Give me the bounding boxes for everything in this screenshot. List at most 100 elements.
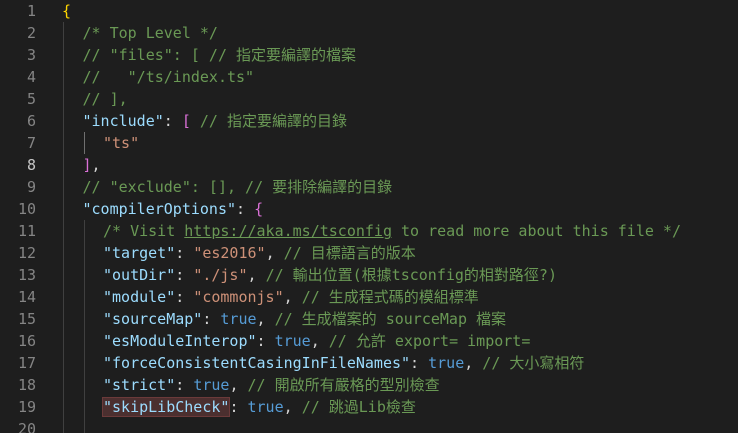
line-content: "sourceMap": true, // 生成檔案的 sourceMap 檔案 <box>103 308 506 330</box>
code-line[interactable]: 17 "forceConsistentCasingInFileNames": t… <box>0 352 738 374</box>
code-token: : <box>175 244 194 262</box>
code-token: : <box>410 354 429 372</box>
line-number: 18 <box>17 376 36 394</box>
code-line[interactable]: 10 "compilerOptions": { <box>0 198 738 220</box>
code-line[interactable]: 6 "include": [ // 指定要編譯的目錄 <box>0 110 738 132</box>
code-line[interactable]: 16 "esModuleInterop": true, // 允許 export… <box>0 330 738 352</box>
code-editor[interactable]: 1 { 2 /* Top Level */ 3 // "files": [ //… <box>0 0 738 433</box>
indent-guide <box>83 352 85 374</box>
line-number: 20 <box>17 420 36 433</box>
indent-guide <box>63 88 64 110</box>
code-token: // 開啟所有嚴格的型別檢查 <box>247 376 440 394</box>
code-line[interactable]: 5 // ], <box>0 88 738 110</box>
code-line[interactable]: 2 /* Top Level */ <box>0 22 738 44</box>
code-token: /* Top Level */ <box>82 24 218 42</box>
code-line[interactable]: 4 // "/ts/index.ts" <box>0 66 738 88</box>
code-line[interactable]: 20 <box>0 418 738 433</box>
line-content: "include": [ // 指定要編譯的目錄 <box>83 110 348 132</box>
line-content: "module": "commonjs", // 生成程式碼的模組標準 <box>103 286 479 308</box>
line-number: 12 <box>17 244 36 262</box>
code-line[interactable]: 14 "module": "commonjs", // 生成程式碼的模組標準 <box>0 286 738 308</box>
code-token: // ], <box>82 90 128 108</box>
line-content: // ], <box>83 88 128 110</box>
indent-guide <box>83 330 85 352</box>
code-token: : <box>175 266 194 284</box>
line-number: 14 <box>17 288 36 306</box>
code-token: { <box>62 2 72 20</box>
code-line[interactable]: 7 "ts" <box>0 132 738 154</box>
code-token: "es2016" <box>193 244 266 262</box>
indent-guide <box>83 374 85 396</box>
indent-guide <box>83 220 85 242</box>
line-number: 4 <box>26 68 36 86</box>
line-content: /* Visit https://aka.ms/tsconfig to read… <box>103 220 681 242</box>
indent-guide <box>63 198 64 220</box>
indent-guide <box>63 66 64 88</box>
code-token: // "exclude": [], // 要排除編譯的目錄 <box>82 178 393 196</box>
code-token: true <box>193 376 230 394</box>
code-line[interactable]: 9 // "exclude": [], // 要排除編譯的目錄 <box>0 176 738 198</box>
line-content: "skipLibCheck": true, // 跳過Lib檢查 <box>101 396 416 418</box>
code-token: { <box>254 200 264 218</box>
code-token: "target" <box>103 244 176 262</box>
code-token: to read more about this file */ <box>392 222 681 240</box>
code-line[interactable]: 11 /* Visit https://aka.ms/tsconfig to r… <box>0 220 738 242</box>
code-token: "compilerOptions" <box>82 200 237 218</box>
line-number: 6 <box>26 112 36 130</box>
line-content: // "/ts/index.ts" <box>83 66 255 88</box>
line-number-active: 8 <box>26 156 36 174</box>
code-line[interactable]: 19 "skipLibCheck": true, // 跳過Lib檢查 <box>0 396 738 418</box>
code-token: "forceConsistentCasingInFileNames" <box>103 354 411 372</box>
code-token: // 輸出位置(根據tsconfig的相對路徑?) <box>265 266 557 284</box>
code-token: // 指定要編譯的目錄 <box>199 112 347 130</box>
code-token: [ <box>181 112 191 130</box>
line-number: 10 <box>17 200 36 218</box>
line-number: 11 <box>17 222 36 240</box>
code-token: : <box>175 288 194 306</box>
code-token: "skipLibCheck" <box>101 397 231 417</box>
code-token: true <box>274 332 311 350</box>
line-number: 2 <box>26 24 36 42</box>
code-token: https://aka.ms/tsconfig <box>184 222 392 240</box>
code-line[interactable]: 13 "outDir": "./js", // 輸出位置(根據tsconfig的… <box>0 264 738 286</box>
code-token: : <box>256 332 275 350</box>
line-number: 9 <box>26 178 36 196</box>
code-token: // 允許 export= import= <box>328 332 531 350</box>
line-number: 19 <box>17 398 36 416</box>
indent-guide <box>83 286 85 308</box>
indent-guide <box>83 396 85 418</box>
indent-guide <box>83 308 85 330</box>
code-line[interactable]: 15 "sourceMap": true, // 生成檔案的 sourceMap… <box>0 308 738 330</box>
code-line[interactable]: 3 // "files": [ // 指定要編譯的檔案 <box>0 44 738 66</box>
code-token: "esModuleInterop" <box>103 332 257 350</box>
indent-guide <box>63 176 64 198</box>
code-token: true <box>247 398 284 416</box>
code-line[interactable]: 1 { <box>0 0 738 22</box>
code-token: , <box>283 398 302 416</box>
code-line[interactable]: 18 "strict": true, // 開啟所有嚴格的型別檢查 <box>0 374 738 396</box>
code-token: "include" <box>82 112 164 130</box>
line-content: "ts" <box>103 132 139 154</box>
code-token: "strict" <box>103 376 176 394</box>
code-token: true <box>428 354 465 372</box>
line-content: /* Top Level */ <box>83 22 218 44</box>
code-token: // 生成檔案的 sourceMap 檔案 <box>274 310 507 328</box>
code-token: "outDir" <box>103 266 176 284</box>
line-content: ], <box>83 154 101 176</box>
indent-guide <box>83 418 85 433</box>
line-number: 3 <box>26 46 36 64</box>
indent-guide <box>63 418 64 433</box>
indent-guide <box>63 110 64 132</box>
line-number: 13 <box>17 266 36 284</box>
indent-guide <box>63 154 64 176</box>
code-token: ] <box>82 156 92 174</box>
code-token: : <box>229 398 248 416</box>
code-token: // "/ts/index.ts" <box>82 68 255 86</box>
line-number: 7 <box>26 134 36 152</box>
code-line-active[interactable]: 8 ], <box>0 154 738 176</box>
line-number: 5 <box>26 90 36 108</box>
code-token: , <box>229 376 248 394</box>
indent-guide <box>63 374 64 396</box>
code-line[interactable]: 12 "target": "es2016", // 目標語言的版本 <box>0 242 738 264</box>
